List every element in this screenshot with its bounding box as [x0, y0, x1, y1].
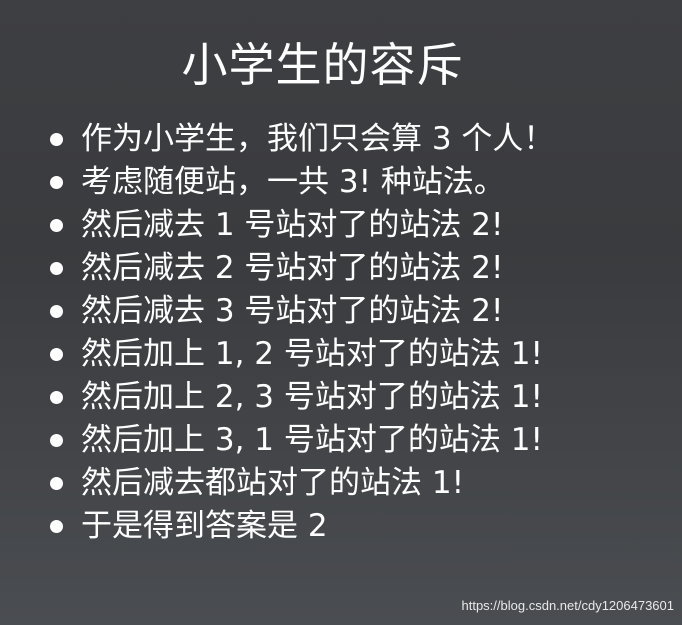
bullet-dot-icon: [50, 520, 63, 533]
bullet-dot-icon: [50, 219, 63, 232]
list-item: 考虑随便站，一共 3! 种站法。: [50, 161, 554, 204]
list-item-text: 于是得到答案是 2: [81, 508, 328, 544]
list-item-text: 然后减去 1 号站对了的站法 2!: [81, 207, 504, 243]
list-item-text: 然后减去都站对了的站法 1!: [81, 465, 465, 501]
list-item-text: 作为小学生，我们只会算 3 个人！: [81, 121, 555, 157]
bullet-dot-icon: [50, 434, 63, 447]
bullet-dot-icon: [50, 348, 63, 361]
bullet-dot-icon: [50, 133, 63, 146]
list-item: 然后加上 3, 1 号站对了的站法 1!: [50, 419, 554, 462]
list-item-text: 考虑随便站，一共 3! 种站法。: [81, 164, 505, 200]
list-item-text: 然后减去 2 号站对了的站法 2!: [81, 250, 504, 286]
bullet-dot-icon: [50, 391, 63, 404]
list-item: 然后减去都站对了的站法 1!: [50, 462, 554, 505]
list-item: 作为小学生，我们只会算 3 个人！: [50, 118, 554, 161]
slide: 小学生的容斥 作为小学生，我们只会算 3 个人！ 考虑随便站，一共 3! 种站法…: [0, 0, 682, 625]
list-item: 然后加上 2, 3 号站对了的站法 1!: [50, 376, 554, 419]
watermark-url: https://blog.csdn.net/cdy1206473601: [461, 598, 675, 613]
bullet-list: 作为小学生，我们只会算 3 个人！ 考虑随便站，一共 3! 种站法。 然后减去 …: [50, 118, 554, 548]
list-item: 然后减去 3 号站对了的站法 2!: [50, 290, 554, 333]
list-item: 然后减去 1 号站对了的站法 2!: [50, 204, 554, 247]
list-item-text: 然后加上 1, 2 号站对了的站法 1!: [81, 336, 543, 372]
list-item: 于是得到答案是 2: [50, 505, 554, 548]
bullet-dot-icon: [50, 262, 63, 275]
slide-title: 小学生的容斥: [181, 38, 464, 92]
bullet-dot-icon: [50, 176, 63, 189]
bullet-dot-icon: [50, 305, 63, 318]
list-item: 然后加上 1, 2 号站对了的站法 1!: [50, 333, 554, 376]
list-item-text: 然后减去 3 号站对了的站法 2!: [81, 293, 504, 329]
list-item: 然后减去 2 号站对了的站法 2!: [50, 247, 554, 290]
list-item-text: 然后加上 2, 3 号站对了的站法 1!: [81, 379, 543, 415]
bullet-dot-icon: [50, 477, 63, 490]
list-item-text: 然后加上 3, 1 号站对了的站法 1!: [81, 422, 543, 458]
